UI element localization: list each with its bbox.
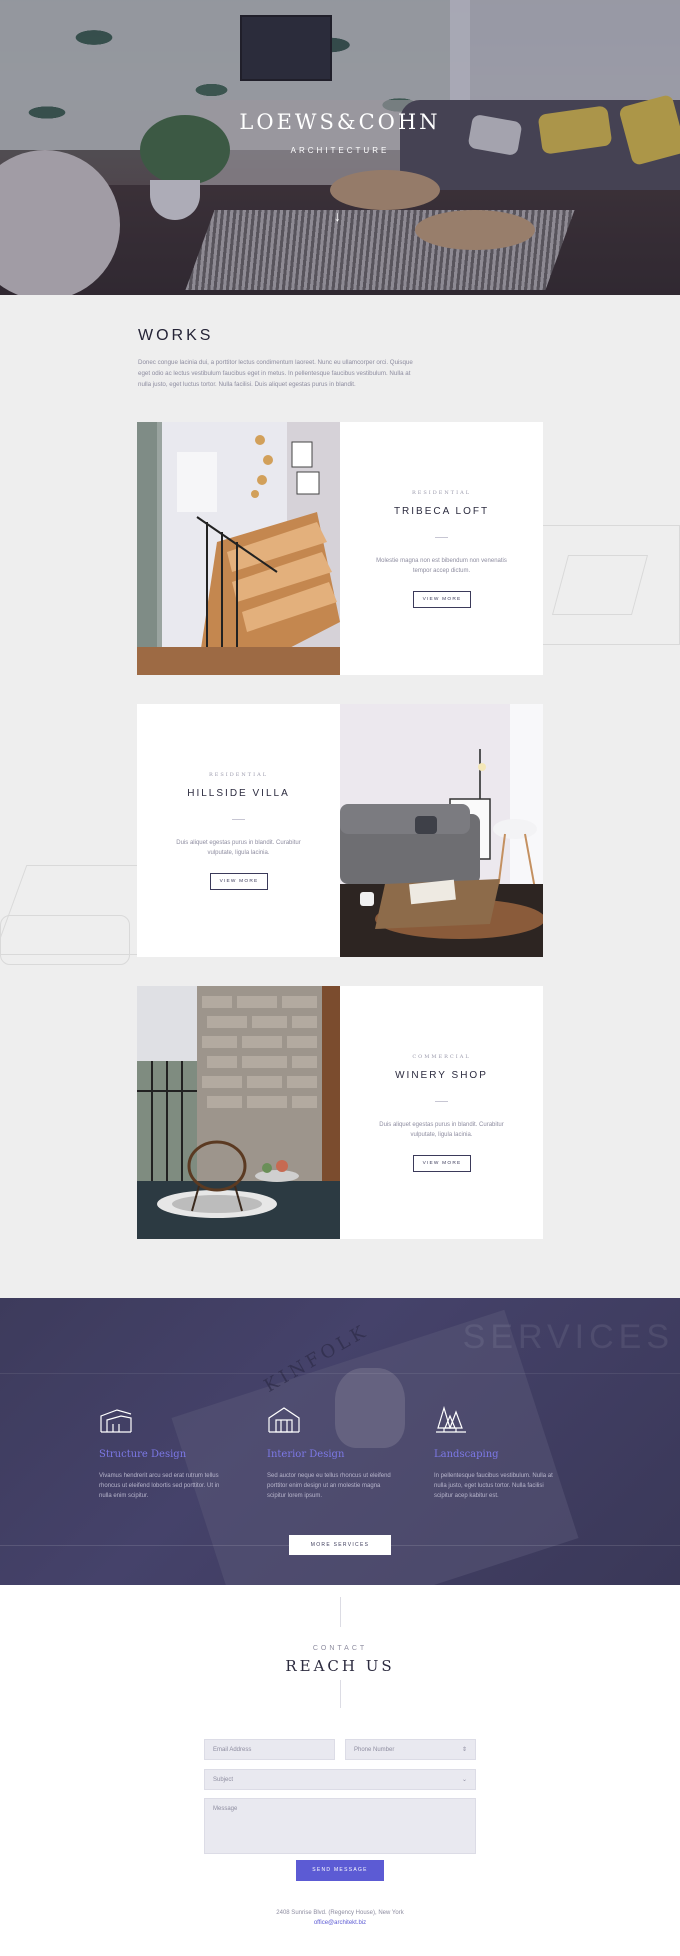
landscaping-icon — [436, 1405, 466, 1433]
address-text: 2408 Sunrise Blvd. (Regency House), New … — [276, 1910, 404, 1916]
project-description: Molestie magna non est bibendum non vene… — [376, 558, 507, 574]
project-description: Duis aliquet egestas purus in blandit. C… — [379, 1122, 504, 1138]
service-item: Landscaping In pellentesque faucibus ves… — [434, 1405, 564, 1501]
email-placeholder: Email Address — [213, 1747, 252, 1753]
stepper-icon[interactable]: ⇕ — [462, 1746, 467, 1753]
more-services-button[interactable]: MORE SERVICES — [289, 1535, 391, 1555]
arrow-down-icon[interactable]: ↓ — [334, 208, 341, 224]
phone-placeholder: Phone Number — [354, 1747, 395, 1753]
subject-placeholder: Subject — [213, 1777, 234, 1783]
view-more-button[interactable]: VIEW MORE — [413, 1155, 471, 1172]
project-image[interactable] — [340, 704, 543, 957]
works-heading: WORKS — [138, 327, 214, 344]
divider — [0, 1373, 680, 1374]
email-link[interactable]: office@architekt.biz — [0, 1920, 680, 1926]
service-item: Interior Design Sed auctor neque eu tell… — [267, 1406, 397, 1501]
project-title[interactable]: TRIBECA LOFT — [340, 506, 543, 517]
divider — [340, 1680, 341, 1708]
brand-tagline: ARCHITECTURE — [290, 146, 390, 155]
message-placeholder: Message — [213, 1806, 238, 1812]
services-section: KINFOLK SERVICES Structure Design Vivamu… — [0, 1298, 680, 1585]
project-card[interactable]: RESIDENTIAL TRIBECA LOFT Molestie magna … — [137, 422, 543, 675]
view-more-button[interactable]: VIEW MORE — [413, 591, 471, 608]
service-title[interactable]: Landscaping — [434, 1449, 564, 1460]
interior-icon — [268, 1407, 300, 1433]
project-description: Duis aliquet egestas purus in blandit. C… — [176, 840, 301, 856]
project-card[interactable]: RESIDENTIAL HILLSIDE VILLA Duis aliquet … — [137, 704, 543, 957]
subject-select[interactable]: Subject ⌄ — [204, 1769, 476, 1790]
service-description: In pellentesque faucibus vestibulum. Nul… — [434, 1473, 553, 1499]
project-category: RESIDENTIAL — [208, 772, 269, 778]
phone-field[interactable]: Phone Number ⇕ — [345, 1739, 476, 1760]
contact-heading: REACH US — [285, 1657, 395, 1675]
service-description: Sed auctor neque eu tellus rhoncus ut el… — [267, 1473, 391, 1499]
divider — [435, 1101, 448, 1102]
project-info: RESIDENTIAL TRIBECA LOFT Molestie magna … — [340, 422, 543, 675]
hero-section: LOEWS&COHN ARCHITECTURE ↓ — [0, 0, 680, 295]
sketch-decoration — [0, 915, 130, 965]
project-card[interactable]: COMMERCIAL WINERY SHOP Duis aliquet eges… — [137, 986, 543, 1239]
project-image[interactable] — [137, 986, 340, 1239]
service-title[interactable]: Interior Design — [267, 1449, 397, 1460]
project-category: RESIDENTIAL — [411, 490, 472, 496]
view-more-button[interactable]: VIEW MORE — [210, 873, 268, 890]
services-watermark: SERVICES — [462, 1318, 674, 1356]
project-info: COMMERCIAL WINERY SHOP Duis aliquet eges… — [340, 986, 543, 1239]
service-item: Structure Design Vivamus hendrerit arcu … — [99, 1406, 229, 1501]
works-intro: Donec congue lacinia dui, a porttitor le… — [138, 359, 413, 388]
works-section: WORKS Donec congue lacinia dui, a portti… — [0, 295, 680, 1298]
brand-logo[interactable]: LOEWS&COHN — [0, 110, 680, 134]
email-field[interactable]: Email Address — [204, 1739, 335, 1760]
service-description: Vivamus hendrerit arcu sed erat rutrum t… — [99, 1473, 220, 1499]
project-category: COMMERCIAL — [412, 1054, 471, 1060]
divider — [232, 819, 245, 820]
project-title[interactable]: WINERY SHOP — [340, 1070, 543, 1081]
message-textarea[interactable]: Message — [204, 1798, 476, 1854]
chevron-down-icon[interactable]: ⌄ — [462, 1776, 467, 1783]
sketch-decoration — [551, 555, 649, 615]
contact-eyebrow: CONTACT — [312, 1645, 368, 1652]
project-image[interactable] — [137, 422, 340, 675]
contact-section: CONTACT REACH US Email Address Phone Num… — [0, 1585, 680, 1956]
service-title[interactable]: Structure Design — [99, 1449, 229, 1460]
structure-icon — [100, 1409, 132, 1433]
project-title[interactable]: HILLSIDE VILLA — [137, 788, 340, 799]
divider — [340, 1597, 341, 1627]
send-message-button[interactable]: SEND MESSAGE — [296, 1860, 384, 1881]
project-info: RESIDENTIAL HILLSIDE VILLA Duis aliquet … — [137, 704, 340, 957]
divider — [435, 537, 448, 538]
